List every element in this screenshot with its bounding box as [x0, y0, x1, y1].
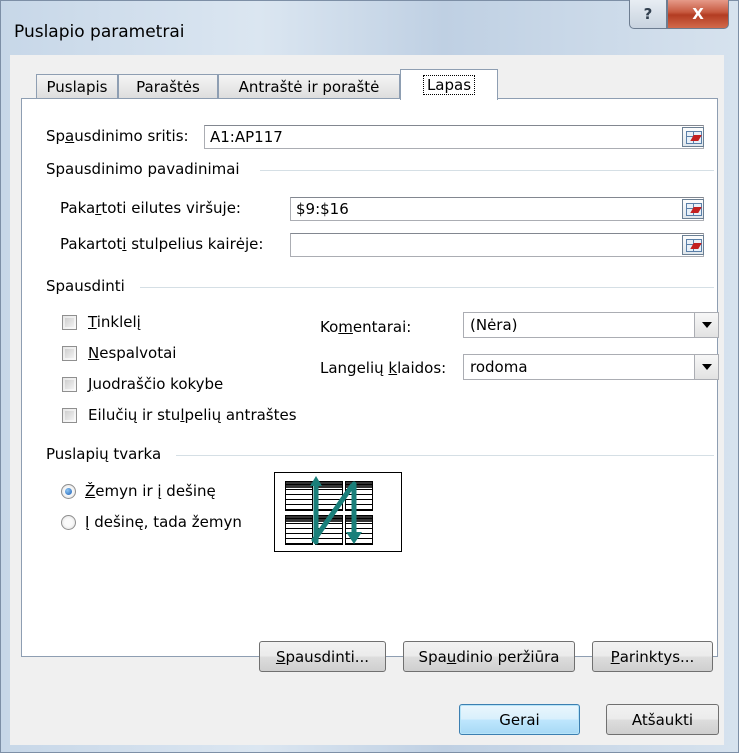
- close-icon: X: [692, 4, 704, 23]
- draft-quality-checkbox[interactable]: [62, 377, 77, 392]
- print-area-input[interactable]: A1:AP117: [204, 125, 704, 149]
- print-preview-button[interactable]: Spa u dinio peržiūra: [403, 641, 575, 672]
- tab-lapas[interactable]: Lapas: [400, 69, 498, 100]
- over-then-down-radio[interactable]: [61, 515, 76, 530]
- section-divider: [260, 170, 714, 171]
- draft-quality-label: Juodraščio kokybe: [88, 375, 224, 393]
- help-button[interactable]: ?: [629, 0, 667, 29]
- comments-select[interactable]: (Nėra): [463, 312, 719, 338]
- tab-parastes[interactable]: Paraštės: [118, 74, 218, 99]
- tab-label: Antraštė ir poraštė: [238, 78, 380, 96]
- chevron-down-icon[interactable]: [694, 313, 718, 337]
- gridlines-label: Tinklelį: [88, 313, 141, 331]
- down-then-over-radio[interactable]: [61, 484, 76, 499]
- print-button[interactable]: Spausdinti...: [259, 641, 386, 672]
- comments-value: (Nėra): [470, 316, 518, 334]
- black-and-white-label: Nespalvotai: [88, 344, 177, 362]
- page-order-heading: Puslapių tvarka: [46, 445, 162, 463]
- tab-label: Lapas: [422, 75, 476, 95]
- print-area-collapse-button[interactable]: [682, 127, 704, 147]
- print-heading: Spausdinti: [46, 277, 125, 295]
- print-titles-heading: Spausdinimo pavadinimai: [46, 160, 240, 178]
- window-title: Puslapio parametrai: [14, 22, 185, 42]
- close-button[interactable]: X: [667, 0, 729, 29]
- section-divider: [140, 287, 714, 288]
- down-then-over-label: Žemyn ir į dešinę: [85, 482, 216, 500]
- columns-collapse-button[interactable]: [682, 235, 704, 255]
- rows-to-repeat-input[interactable]: $9:$16: [290, 197, 704, 221]
- help-icon: ?: [643, 4, 653, 23]
- chevron-down-icon[interactable]: [694, 355, 718, 379]
- section-divider: [176, 455, 714, 456]
- rows-collapse-button[interactable]: [682, 199, 704, 219]
- page-order-arrow-icon: [310, 476, 362, 545]
- cell-errors-label: Langelių klaidos:: [320, 359, 447, 377]
- black-and-white-checkbox[interactable]: [62, 346, 77, 361]
- columns-to-repeat-label: Pakartoti stulpelius kairėje:: [60, 235, 264, 253]
- page-order-preview: [274, 472, 402, 552]
- row-col-headings-checkbox[interactable]: [62, 408, 77, 423]
- comments-label: Komentarai:: [320, 318, 412, 336]
- columns-to-repeat-input[interactable]: [290, 233, 704, 257]
- over-then-down-label: Į dešinę, tada žemyn: [85, 513, 242, 531]
- cell-errors-value: rodoma: [470, 358, 528, 376]
- tab-antraste[interactable]: Antraštė ir poraštė: [218, 74, 400, 99]
- options-button[interactable]: Parinktys...: [592, 641, 713, 672]
- row-col-headings-label: Eilučių ir stulpelių antraštes: [88, 406, 297, 424]
- tab-puslapis[interactable]: Puslapis: [36, 74, 118, 99]
- gridlines-checkbox[interactable]: [62, 315, 77, 330]
- cell-errors-select[interactable]: rodoma: [463, 354, 719, 380]
- ok-button[interactable]: Gerai: [459, 704, 580, 735]
- tab-label: Paraštės: [136, 78, 200, 96]
- tab-label: Puslapis: [46, 78, 108, 96]
- cancel-button[interactable]: Atšaukti: [606, 704, 719, 735]
- rows-to-repeat-label: Pakartoti eilutes viršuje:: [60, 199, 241, 217]
- print-area-label: Spausdinimo sritis:: [46, 127, 189, 145]
